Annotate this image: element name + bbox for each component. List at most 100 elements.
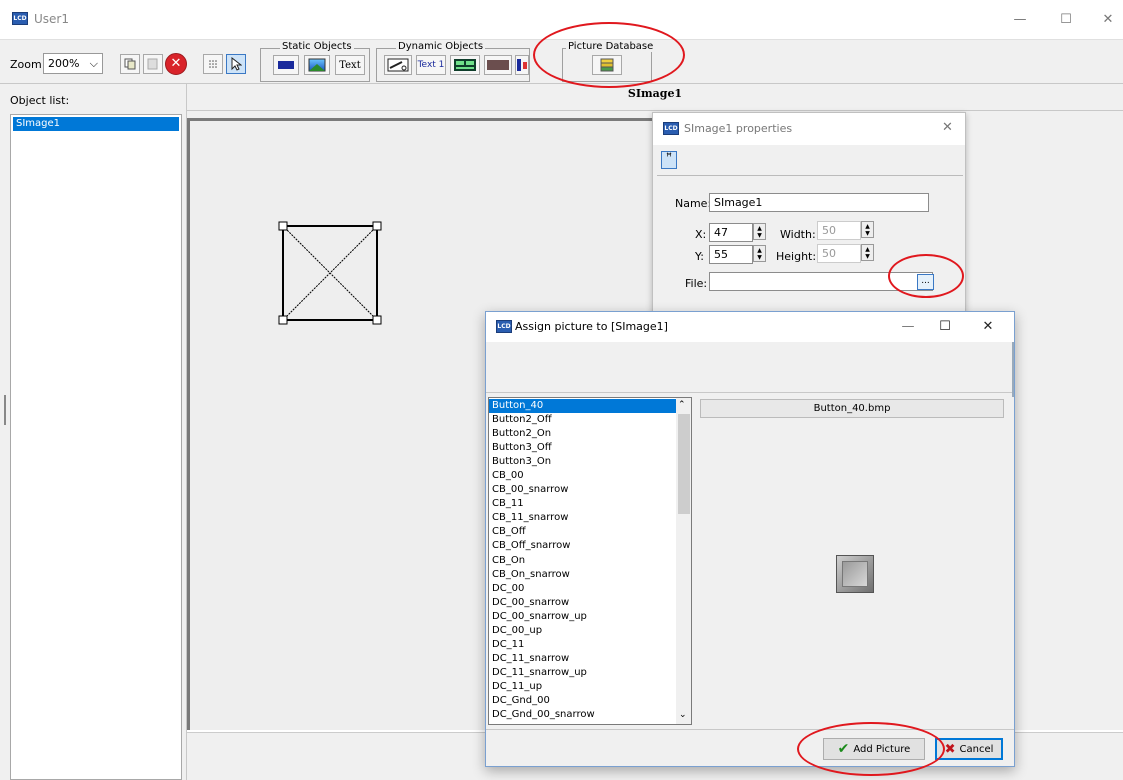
picture-list-item[interactable]: Button3_Off xyxy=(489,441,676,455)
scroll-up-icon[interactable]: ⌃ xyxy=(678,400,686,410)
dialog-close-button[interactable]: ✕ xyxy=(974,314,1002,340)
preview-filename: Button_40.bmp xyxy=(700,399,1004,418)
x-label: X: xyxy=(695,228,707,241)
width-input[interactable]: 50 xyxy=(817,221,861,240)
zoom-value: 200% xyxy=(48,57,80,70)
x-input[interactable]: 47 xyxy=(709,223,753,242)
object-list-item[interactable]: SImage1 xyxy=(13,117,179,132)
picture-list-item[interactable]: DC_11 xyxy=(489,638,676,652)
picture-list-item[interactable]: CB_On_snarrow xyxy=(489,568,676,582)
dynamic-text-button[interactable]: Text 1 xyxy=(416,55,446,75)
dialog-edge xyxy=(1012,342,1014,397)
picture-list-item[interactable]: CB_Off_snarrow xyxy=(489,539,676,553)
minimize-button[interactable]: — xyxy=(1006,7,1034,33)
file-label: File: xyxy=(685,277,708,290)
x-spinner[interactable]: ▲ ▼ xyxy=(753,223,766,240)
zoom-label: Zoom: xyxy=(10,58,46,71)
height-spinner[interactable]: ▲ ▼ xyxy=(861,244,874,261)
dialog-title: Assign picture to [SImage1] xyxy=(515,320,668,333)
picture-list-item[interactable]: DC_00_up xyxy=(489,624,676,638)
picture-list-item[interactable]: Button2_Off xyxy=(489,413,676,427)
picture-list-item[interactable]: DC_11_up xyxy=(489,680,676,694)
window-title: User1 xyxy=(34,12,69,26)
app-icon: LCD xyxy=(663,122,679,135)
object-list-label: Object list: xyxy=(10,94,70,107)
y-input[interactable]: 55 xyxy=(709,245,753,264)
grid-icon xyxy=(209,60,217,68)
app-icon: LCD xyxy=(496,320,512,333)
select-pointer-button[interactable] xyxy=(226,54,246,74)
cancel-label: Cancel xyxy=(959,743,994,755)
picture-list-item[interactable]: Button_40 xyxy=(489,399,676,414)
copy-button[interactable] xyxy=(120,54,140,74)
dynamic-switch-button[interactable] xyxy=(384,55,412,75)
scroll-down-icon[interactable]: ⌄ xyxy=(679,710,687,720)
picture-list[interactable]: Button_40 Button2_Off Button2_On Button3_Of… xyxy=(488,397,692,725)
picture-list-item[interactable]: DC_00_snarrow_up xyxy=(489,610,676,624)
grid-button[interactable] xyxy=(203,54,223,74)
dialog-bottom-divider xyxy=(486,729,1014,730)
picture-list-item[interactable]: DC_00 xyxy=(489,582,676,596)
static-objects-label: Static Objects xyxy=(280,41,354,52)
picture-list-item[interactable]: DC_Gnd_00 xyxy=(489,694,676,708)
zoom-select[interactable]: 200% ⌵ xyxy=(43,53,103,74)
dialog-title-bar: LCD Assign picture to [SImage1] — ☐ ✕ xyxy=(486,312,1014,342)
maximize-button[interactable]: ☐ xyxy=(1052,7,1080,33)
close-icon[interactable]: ✕ xyxy=(942,120,953,135)
close-button[interactable]: ✕ xyxy=(1094,7,1122,33)
name-label: Name: xyxy=(675,197,712,210)
canvas-header-divider xyxy=(187,110,1123,111)
image-placeholder[interactable] xyxy=(278,221,382,325)
bar-graph-icon xyxy=(487,60,509,70)
picture-list-item[interactable]: CB_00 xyxy=(489,469,676,483)
canvas-header: SImage1 xyxy=(627,87,683,100)
dialog-top-divider xyxy=(486,392,1014,393)
y-label: Y: xyxy=(695,250,704,263)
width-label: Width: xyxy=(780,228,816,241)
rectangle-icon xyxy=(278,61,294,69)
picture-list-item[interactable]: DC_Gnd_00_snarrow xyxy=(489,708,676,722)
picture-list-item[interactable]: DC_11_snarrow_up xyxy=(489,666,676,680)
width-spinner[interactable]: ▲ ▼ xyxy=(861,221,874,238)
picture-list-item[interactable]: CB_00_snarrow xyxy=(489,483,676,497)
picture-list-item[interactable]: DC_11_snarrow xyxy=(489,652,676,666)
height-label: Height: xyxy=(776,250,817,263)
dynamic-objects-label: Dynamic Objects xyxy=(396,41,486,52)
picture-list-item[interactable]: CB_Off xyxy=(489,525,676,539)
cancel-button[interactable]: ✖ Cancel xyxy=(935,738,1003,760)
switch-icon xyxy=(387,58,409,72)
object-list: SImage1 xyxy=(10,114,182,780)
highlight-browse-button xyxy=(888,254,964,298)
assign-picture-dialog: LCD Assign picture to [SImage1] — ☐ ✕ Bu… xyxy=(485,311,1015,767)
pin-icon[interactable]: ꟸ xyxy=(661,151,677,169)
static-image-button[interactable] xyxy=(304,55,330,75)
y-spinner[interactable]: ▲ ▼ xyxy=(753,245,766,262)
highlight-add-picture xyxy=(797,722,945,776)
paste-button[interactable] xyxy=(143,54,163,74)
list-scrollbar[interactable]: ⌃ ⌄ xyxy=(676,398,691,724)
image-icon xyxy=(308,58,326,72)
picture-list-item[interactable]: DC_00_snarrow xyxy=(489,596,676,610)
dialog-minimize-button[interactable]: — xyxy=(894,314,922,340)
dialog-maximize-button[interactable]: ☐ xyxy=(931,314,959,340)
app-icon: LCD xyxy=(12,12,28,25)
picture-list-item[interactable]: Button2_On xyxy=(489,427,676,441)
paste-icon xyxy=(147,58,158,70)
static-text-button[interactable]: Text xyxy=(335,55,365,75)
dynamic-slider-button[interactable] xyxy=(515,55,529,75)
splitter-handle[interactable] xyxy=(4,395,6,425)
static-rectangle-button[interactable] xyxy=(273,55,299,75)
name-input[interactable]: SImage1 xyxy=(709,193,929,212)
preview-image xyxy=(836,555,874,593)
dynamic-bar-button[interactable] xyxy=(484,55,512,75)
picture-list-item[interactable]: Button3_On xyxy=(489,455,676,469)
dynamic-display-button[interactable] xyxy=(450,55,480,75)
picture-list-item[interactable]: CB_11 xyxy=(489,497,676,511)
delete-icon[interactable]: ✕ xyxy=(165,53,187,75)
cursor-icon xyxy=(231,57,242,71)
slider-icon xyxy=(517,59,527,71)
picture-list-item[interactable]: CB_11_snarrow xyxy=(489,511,676,525)
height-input[interactable]: 50 xyxy=(817,244,861,263)
picture-list-item[interactable]: CB_On xyxy=(489,554,676,568)
scrollbar-thumb[interactable] xyxy=(678,414,690,514)
